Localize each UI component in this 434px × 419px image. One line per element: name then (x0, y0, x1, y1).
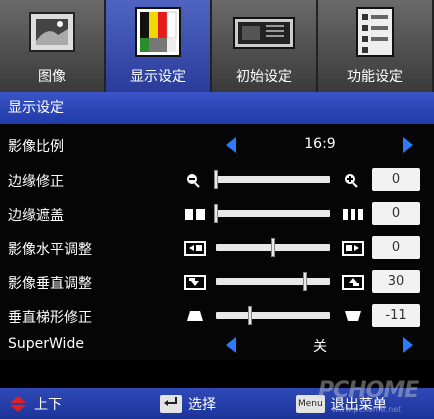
hint-label: 选择 (188, 397, 216, 413)
shift-left-icon (184, 241, 206, 256)
hint-select: 选择 (160, 394, 216, 414)
row-aspect-ratio[interactable]: 影像比例 16:9 (0, 130, 434, 162)
tab-initial-settings[interactable]: 初始设定 (212, 0, 318, 92)
shift-down-icon (184, 275, 206, 290)
shift-up-icon (342, 275, 364, 290)
keystone-decrease-icon (187, 311, 203, 321)
slider-knob[interactable] (248, 306, 253, 325)
slider-track[interactable] (214, 170, 330, 189)
keystone-increase-icon (345, 311, 361, 321)
right-arrow-icon[interactable] (403, 337, 413, 353)
left-arrow-icon[interactable] (226, 137, 236, 153)
watermark-url: www.pchome.net (332, 405, 402, 414)
row-label: 边缘修正 (8, 174, 64, 190)
slider-knob[interactable] (214, 170, 218, 189)
value-box: 0 (372, 236, 420, 259)
enter-key-icon (160, 395, 182, 413)
row-keystone[interactable]: 垂直梯形修正 -11 (0, 301, 434, 333)
picture-icon (0, 4, 104, 59)
mask-increase-icon (343, 209, 363, 220)
row-edge-mask[interactable]: 边缘遮盖 0 (0, 199, 434, 231)
projector-icon (212, 4, 316, 59)
hint-updown: 上下 (8, 394, 62, 414)
row-label: 边缘遮盖 (8, 208, 64, 224)
value-box: 30 (372, 270, 420, 293)
slider-track[interactable] (216, 238, 330, 257)
color-bars-icon (106, 4, 210, 59)
section-title: 显示设定 (0, 92, 434, 124)
row-label: 影像比例 (8, 139, 64, 155)
tab-display-settings[interactable]: 显示设定 (106, 0, 212, 92)
row-superwide[interactable]: SuperWide 关 (0, 330, 434, 362)
row-label: 垂直梯形修正 (8, 310, 92, 326)
slider-track[interactable] (216, 306, 330, 325)
row-edge-correction[interactable]: 边缘修正 0 (0, 165, 434, 197)
up-down-arrow-icon (10, 396, 26, 412)
tab-picture[interactable]: 图像 (0, 0, 106, 92)
tab-function-settings[interactable]: 功能设定 (318, 0, 434, 92)
row-label: SuperWide (8, 336, 84, 352)
settings-menu: 影像比例 16:9 边缘修正 0 边缘遮盖 0 影像水平调整 0 影像垂直调整 … (0, 124, 434, 360)
left-arrow-icon[interactable] (226, 337, 236, 353)
row-label: 影像垂直调整 (8, 276, 92, 292)
slider-track[interactable] (214, 204, 330, 223)
tab-label: 图像 (38, 69, 66, 85)
zoom-out-icon (187, 174, 200, 188)
slider-knob[interactable] (302, 272, 307, 291)
slider-knob[interactable] (271, 238, 275, 257)
value-box: 0 (372, 202, 420, 225)
checklist-icon (318, 4, 432, 59)
row-h-position[interactable]: 影像水平调整 0 (0, 233, 434, 265)
row-v-position[interactable]: 影像垂直调整 30 (0, 267, 434, 299)
tab-label: 显示设定 (130, 69, 186, 85)
shift-right-icon (342, 241, 364, 256)
zoom-in-icon (345, 174, 358, 188)
slider-track[interactable] (216, 272, 330, 291)
value-box: 0 (372, 168, 420, 191)
choice-value: 关 (313, 339, 327, 355)
choice-value: 16:9 (304, 136, 336, 152)
tab-label: 初始设定 (236, 69, 292, 85)
hint-label: 上下 (34, 397, 62, 413)
row-label: 影像水平调整 (8, 242, 92, 258)
mask-decrease-icon (185, 209, 205, 220)
value-box: -11 (372, 304, 420, 327)
slider-knob[interactable] (214, 204, 218, 223)
watermark-logo: PCHOME (318, 378, 419, 403)
tab-label: 功能设定 (347, 69, 403, 85)
tab-bar: 图像 显示设定 初始设定 功能设定 (0, 0, 434, 92)
right-arrow-icon[interactable] (403, 137, 413, 153)
